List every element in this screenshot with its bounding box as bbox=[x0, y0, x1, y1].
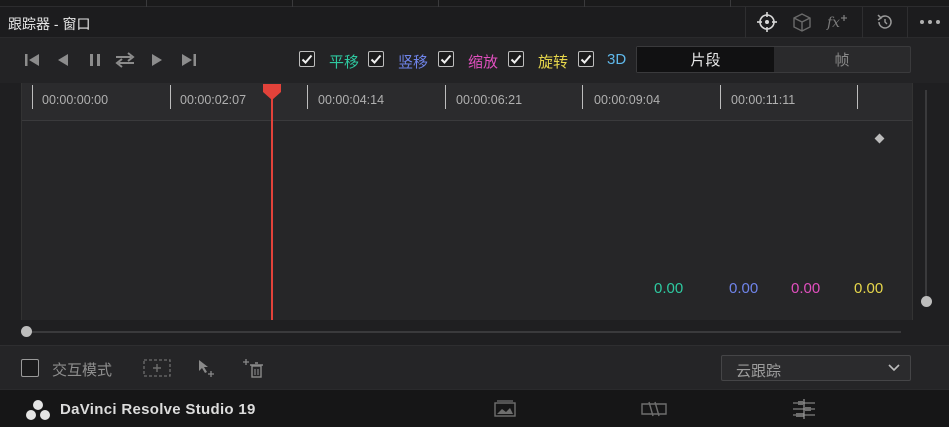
tilt-label: 竖移 bbox=[398, 54, 429, 71]
reset-icon[interactable] bbox=[872, 10, 898, 34]
top-strip bbox=[0, 0, 949, 7]
ruler-tick bbox=[582, 85, 583, 109]
pan-value: 0.00 bbox=[654, 280, 684, 297]
pan-checkbox[interactable] bbox=[299, 51, 315, 67]
vertical-scroll-handle[interactable] bbox=[921, 296, 932, 307]
interactive-mode-checkbox[interactable] bbox=[21, 359, 39, 377]
rotate-value: 0.00 bbox=[854, 280, 884, 297]
chevron-down-icon bbox=[888, 364, 900, 372]
track-reverse-button[interactable] bbox=[52, 50, 74, 70]
tracking-mode-dropdown[interactable]: 云跟踪 bbox=[721, 355, 911, 381]
clip-mode-button[interactable]: 片段 bbox=[637, 47, 774, 72]
tracker-bottom-bar: 交互模式 云跟踪 bbox=[0, 345, 949, 389]
rotate-checkbox[interactable] bbox=[508, 51, 524, 67]
header-divider bbox=[745, 7, 746, 38]
playhead-handle[interactable] bbox=[262, 84, 282, 100]
davinci-logo-icon bbox=[26, 400, 50, 420]
panel-header: 跟踪器 - 窗口 fx bbox=[0, 7, 949, 38]
fx-icon[interactable]: fx bbox=[824, 10, 850, 34]
ruler-tick bbox=[857, 85, 858, 109]
ruler-tick bbox=[307, 85, 308, 109]
tracker-toolbar: 平移 竖移 缩放 旋转 3D 片段 帧 bbox=[0, 38, 949, 83]
rotate-label: 旋转 bbox=[538, 54, 569, 71]
3d-checkbox[interactable] bbox=[578, 51, 594, 67]
insert-feature-points-icon[interactable] bbox=[142, 356, 172, 380]
timecode-label: 00:00:06:21 bbox=[456, 93, 523, 107]
pause-button[interactable] bbox=[84, 50, 106, 70]
track-forward-button[interactable] bbox=[146, 50, 168, 70]
vertical-scrollbar[interactable] bbox=[925, 90, 927, 302]
zoom-value: 0.00 bbox=[791, 280, 821, 297]
clip-frame-toggle: 片段 帧 bbox=[636, 46, 911, 73]
app-footer: DaVinci Resolve Studio 19 bbox=[0, 389, 949, 427]
tilt-value: 0.00 bbox=[729, 280, 759, 297]
track-bidirectional-button[interactable] bbox=[114, 50, 136, 70]
track-last-frame-button[interactable] bbox=[178, 50, 200, 70]
media-page-icon[interactable] bbox=[489, 398, 521, 420]
panel-title: 跟踪器 - 窗口 bbox=[8, 16, 91, 32]
zoom-label: 缩放 bbox=[468, 54, 499, 71]
timecode-label: 00:00:00:00 bbox=[42, 93, 109, 107]
timecode-label: 00:00:11:11 bbox=[731, 93, 796, 107]
3d-label: 3D bbox=[607, 51, 627, 68]
edit-page-icon[interactable] bbox=[788, 398, 820, 420]
interactive-mode-label: 交互模式 bbox=[52, 362, 113, 379]
stabilizer-cube-icon[interactable] bbox=[789, 10, 815, 34]
timecode-label: 00:00:04:14 bbox=[318, 93, 385, 107]
timecode-label: 00:00:02:07 bbox=[180, 93, 247, 107]
delete-points-icon[interactable] bbox=[238, 356, 268, 380]
ruler-tick bbox=[720, 85, 721, 109]
zoom-checkbox[interactable] bbox=[438, 51, 454, 67]
svg-text:fx: fx bbox=[826, 15, 840, 31]
tracking-mode-value: 云跟踪 bbox=[736, 363, 782, 380]
ruler-tick bbox=[32, 85, 33, 109]
ruler-tick bbox=[445, 85, 446, 109]
timecode-label: 00:00:09:04 bbox=[594, 93, 661, 107]
tracker-crosshair-icon[interactable] bbox=[754, 10, 780, 34]
track-first-frame-button[interactable] bbox=[21, 50, 43, 70]
set-point-icon[interactable] bbox=[190, 356, 220, 380]
pan-label: 平移 bbox=[329, 54, 360, 71]
header-divider bbox=[862, 7, 863, 38]
playhead-line[interactable] bbox=[271, 87, 273, 320]
brand-name: DaVinci Resolve Studio 19 bbox=[60, 401, 256, 418]
horizontal-scrollbar[interactable] bbox=[26, 331, 901, 333]
tracker-graph[interactable]: 00:00:00:00 00:00:02:07 00:00:04:14 00:0… bbox=[21, 83, 913, 320]
frame-mode-button[interactable]: 帧 bbox=[774, 47, 910, 72]
timeline-ruler[interactable]: 00:00:00:00 00:00:02:07 00:00:04:14 00:0… bbox=[22, 83, 912, 121]
cut-page-icon[interactable] bbox=[638, 398, 670, 420]
more-options-icon[interactable] bbox=[917, 10, 943, 34]
header-divider bbox=[907, 7, 908, 38]
keyframe-marker-icon[interactable] bbox=[874, 133, 885, 144]
tilt-checkbox[interactable] bbox=[368, 51, 384, 67]
ruler-tick bbox=[170, 85, 171, 109]
horizontal-scroll-handle[interactable] bbox=[21, 326, 32, 337]
